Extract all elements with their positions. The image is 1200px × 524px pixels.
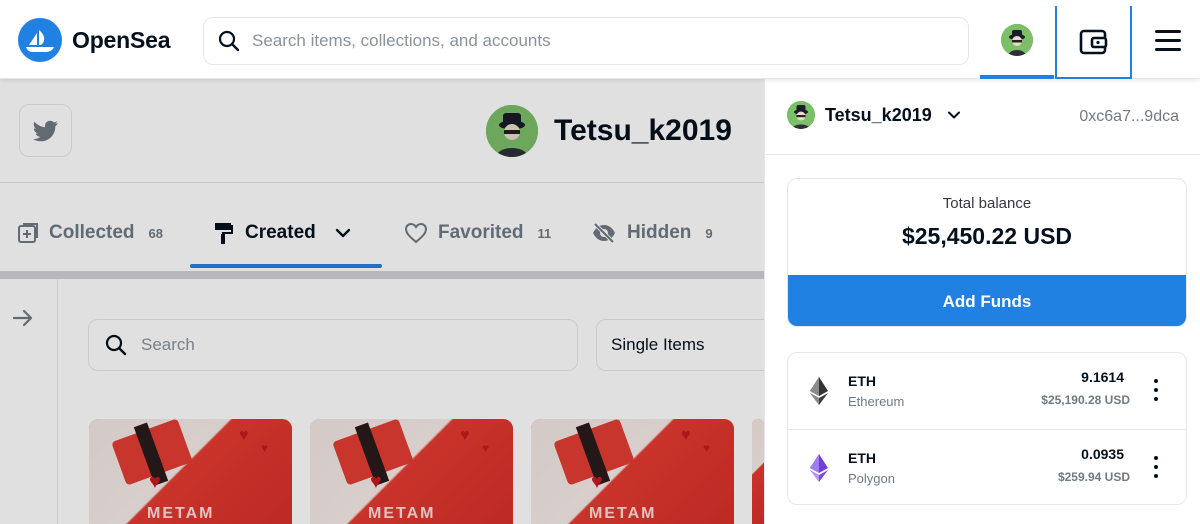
chevron-down-icon	[947, 111, 960, 119]
tab-hidden-label: Hidden	[627, 222, 692, 243]
token-symbol: ETH	[848, 373, 876, 389]
token-symbol: ETH	[848, 450, 876, 466]
nft-card[interactable]: ♥ ♥ ♥ METAM	[310, 419, 513, 524]
opensea-logo[interactable]: OpenSea	[18, 18, 171, 62]
profile-tabs: Collected 68 Created Favorited 11 Hidden…	[0, 205, 800, 261]
twitter-icon	[32, 120, 58, 141]
search-icon	[218, 30, 240, 52]
avatar	[1001, 23, 1033, 56]
card-image-text: METAM	[147, 505, 215, 522]
balance-value: $25,450.22 USD	[901, 223, 1073, 249]
global-search-input[interactable]: Search items, collections, and accounts	[203, 17, 969, 65]
tabs-divider	[0, 271, 800, 279]
tab-created-label: Created	[245, 222, 316, 243]
profile-username: Tetsu_k2019	[554, 114, 732, 147]
nft-card[interactable]: ♥ ♥ ♥ METAM	[531, 419, 734, 524]
tab-collected[interactable]: Collected 68	[17, 205, 163, 261]
menu-icon[interactable]	[1150, 22, 1186, 58]
profile-avatar-button[interactable]	[980, 0, 1054, 79]
active-indicator	[980, 75, 1054, 79]
tab-collected-label: Collected	[49, 222, 135, 243]
search-placeholder: Search items, collections, and accounts	[252, 31, 551, 50]
card-image-text: METAM	[589, 505, 657, 522]
heart-icon	[404, 222, 428, 244]
brand-name: OpenSea	[72, 26, 171, 53]
token-usd-value: $259.94 USD	[1057, 470, 1130, 484]
filter-side-rail	[0, 279, 58, 524]
wallet-button[interactable]	[1055, 6, 1132, 79]
token-row[interactable]: ETH Polygon 0.0935 $259.94 USD	[788, 429, 1186, 504]
item-type-select-value: Single Items	[611, 335, 705, 354]
items-search-input[interactable]: Search	[88, 319, 578, 371]
tab-hidden-count: 9	[705, 225, 713, 241]
token-list: ETH Ethereum 9.1614 $25,190.28 USD ETH P…	[787, 352, 1187, 505]
items-search-placeholder: Search	[141, 335, 195, 354]
balance-label: Total balance	[942, 195, 1032, 212]
opensea-logo-icon	[18, 18, 62, 62]
wallet-avatar	[787, 101, 815, 129]
token-network: Ethereum	[848, 394, 905, 409]
top-nav: OpenSea Search items, collections, and a…	[0, 0, 1200, 79]
nft-card[interactable]	[752, 419, 764, 524]
token-usd-value: $25,190.28 USD	[1041, 393, 1130, 407]
profile-identity: Tetsu_k2019	[486, 105, 732, 157]
tab-favorited[interactable]: Favorited 11	[404, 205, 551, 261]
wallet-icon	[1079, 29, 1107, 54]
tab-collected-count: 68	[148, 225, 163, 241]
wallet-username: Tetsu_k2019	[825, 104, 932, 125]
wallet-account-selector[interactable]: Tetsu_k2019	[787, 101, 962, 129]
nft-card[interactable]: ♥ ♥ ♥ METAM	[89, 419, 292, 524]
tab-hidden[interactable]: Hidden 9	[591, 205, 713, 261]
more-options-icon[interactable]	[1152, 379, 1160, 401]
add-funds-button[interactable]: Add Funds	[788, 275, 1186, 326]
wallet-header: Tetsu_k2019 0xc6a7...9dca	[765, 79, 1200, 155]
token-row[interactable]: ETH Ethereum 9.1614 $25,190.28 USD	[788, 353, 1186, 429]
profile-avatar[interactable]	[486, 105, 538, 157]
eye-off-icon	[593, 222, 615, 244]
active-tab-indicator	[190, 264, 382, 268]
arrow-right-icon[interactable]	[12, 307, 34, 329]
token-amount: 9.1614	[1081, 369, 1124, 385]
card-image-text: METAM	[368, 505, 436, 522]
tab-favorited-count: 11	[537, 225, 552, 241]
wallet-panel: Tetsu_k2019 0xc6a7...9dca Total balance …	[764, 79, 1200, 524]
token-network: Polygon	[848, 471, 895, 486]
collected-icon	[18, 223, 38, 243]
twitter-button[interactable]	[19, 104, 72, 157]
balance-card: Total balance $25,450.22 USD Add Funds	[787, 178, 1187, 327]
tab-favorited-label: Favorited	[438, 222, 524, 243]
paint-roller-icon	[215, 223, 233, 244]
tab-created[interactable]: Created	[213, 205, 352, 261]
token-amount: 0.0935	[1081, 446, 1124, 462]
ethereum-icon	[810, 377, 828, 405]
more-options-icon[interactable]	[1152, 456, 1160, 478]
polygon-eth-icon	[810, 454, 828, 482]
search-icon	[105, 334, 127, 356]
wallet-address[interactable]: 0xc6a7...9dca	[1079, 108, 1179, 126]
chevron-down-icon[interactable]	[334, 224, 352, 242]
